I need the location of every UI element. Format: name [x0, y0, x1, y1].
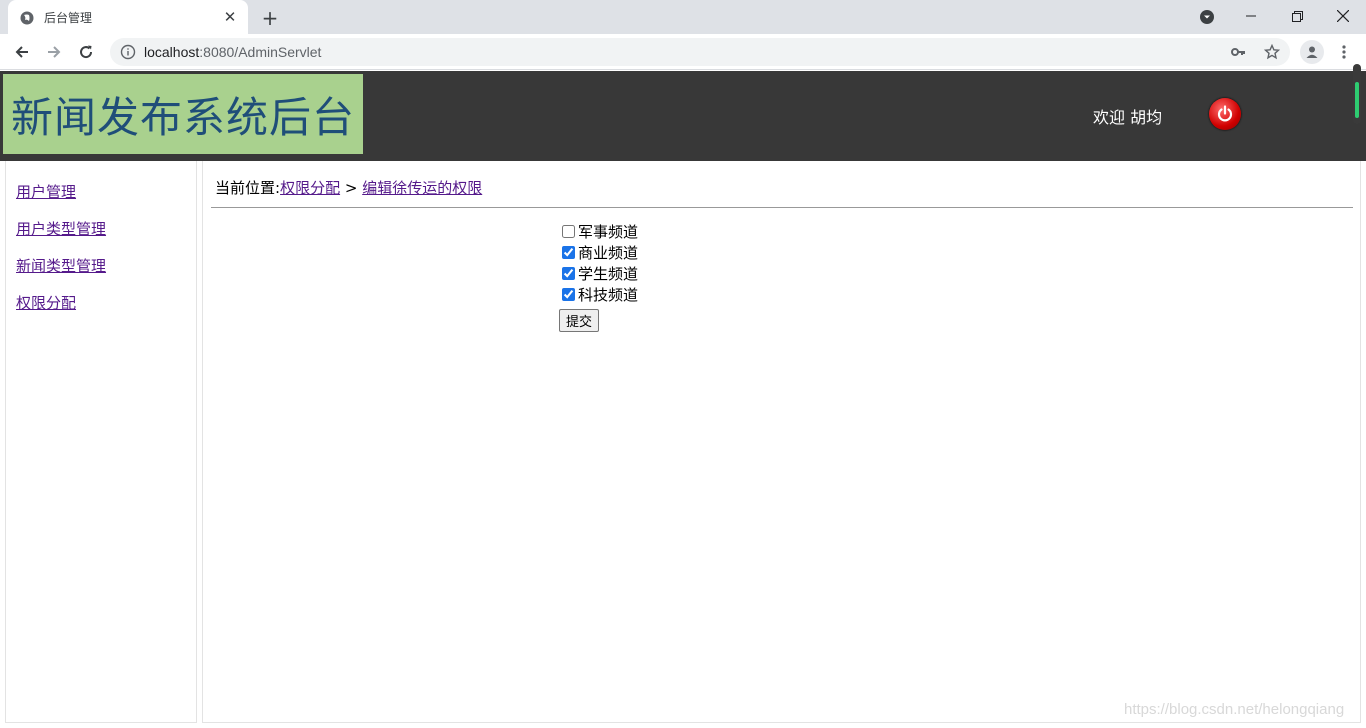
channel-checkbox-student[interactable] — [562, 267, 575, 280]
channel-label: 科技频道 — [578, 286, 639, 304]
breadcrumb-link-edit[interactable]: 编辑徐传运的权限 — [362, 179, 482, 197]
tab-search-icon[interactable] — [1199, 9, 1215, 25]
back-icon[interactable] — [10, 40, 34, 64]
channel-checkbox-military[interactable] — [562, 225, 575, 238]
reload-icon[interactable] — [74, 40, 98, 64]
logo-text: 新闻发布系统后台 — [10, 92, 355, 142]
logout-power-icon[interactable] — [1209, 98, 1241, 130]
browser-tab[interactable]: 后台管理 ✕ — [8, 0, 248, 34]
sidebar-item-user-type-management[interactable]: 用户类型管理 — [16, 218, 106, 239]
channel-label: 商业频道 — [578, 244, 639, 262]
site-header: 新闻发布系统后台 欢迎 胡均 — [0, 71, 1366, 161]
divider — [211, 207, 1353, 208]
info-icon[interactable] — [120, 44, 136, 60]
channel-label: 军事频道 — [578, 223, 639, 241]
channel-checkbox-business[interactable] — [562, 246, 575, 259]
minimize-icon[interactable] — [1228, 0, 1274, 32]
breadcrumb-separator: > — [340, 179, 363, 197]
menu-kebab-icon[interactable] — [1334, 40, 1354, 64]
key-icon[interactable] — [1230, 44, 1246, 60]
submit-button[interactable]: 提交 — [559, 309, 600, 332]
new-tab-icon[interactable]: + — [258, 6, 282, 30]
url-host: localhost — [144, 44, 200, 60]
address-bar[interactable]: localhost:8080/AdminServlet — [110, 38, 1290, 66]
breadcrumb-prefix: 当前位置: — [215, 179, 281, 197]
sidebar-item-permission-assignment[interactable]: 权限分配 — [16, 292, 76, 313]
restore-icon[interactable] — [1274, 0, 1320, 32]
site-logo: 新闻发布系统后台 — [3, 74, 363, 154]
sidebar-item-news-type-management[interactable]: 新闻类型管理 — [16, 255, 106, 276]
channel-row: 科技频道 — [559, 284, 638, 305]
close-window-icon[interactable] — [1320, 0, 1366, 32]
main-content: 当前位置:权限分配 > 编辑徐传运的权限 军事频道 商业频道 学生频道 科技频道… — [202, 161, 1361, 723]
bookmark-star-icon[interactable] — [1263, 43, 1281, 60]
close-tab-icon[interactable]: ✕ — [220, 7, 240, 27]
page-scrollbar[interactable] — [1353, 64, 1361, 124]
globe-icon — [20, 10, 34, 25]
forward-icon[interactable] — [42, 40, 66, 64]
watermark: https://blog.csdn.net/helongqiang — [1124, 701, 1345, 718]
channel-row: 军事频道 — [559, 221, 638, 242]
sidebar: 用户管理 用户类型管理 新闻类型管理 权限分配 — [5, 161, 197, 723]
breadcrumb-link-permissions[interactable]: 权限分配 — [280, 179, 340, 197]
welcome-text: 欢迎 胡均 — [1093, 108, 1163, 127]
browser-tab-strip: 后台管理 ✕ + — [0, 0, 1366, 34]
channel-row: 商业频道 — [559, 242, 638, 263]
permission-form: 军事频道 商业频道 学生频道 科技频道 提交 — [559, 221, 638, 332]
sidebar-item-user-management[interactable]: 用户管理 — [16, 181, 76, 202]
channel-row: 学生频道 — [559, 263, 638, 284]
breadcrumb: 当前位置:权限分配 > 编辑徐传运的权限 — [215, 177, 482, 198]
tab-title: 后台管理 — [44, 10, 93, 25]
account-icon[interactable] — [1300, 40, 1324, 64]
browser-toolbar: localhost:8080/AdminServlet — [0, 34, 1366, 70]
url-path: :8080/AdminServlet — [199, 44, 322, 60]
channel-checkbox-technology[interactable] — [562, 288, 575, 301]
channel-label: 学生频道 — [578, 265, 639, 283]
